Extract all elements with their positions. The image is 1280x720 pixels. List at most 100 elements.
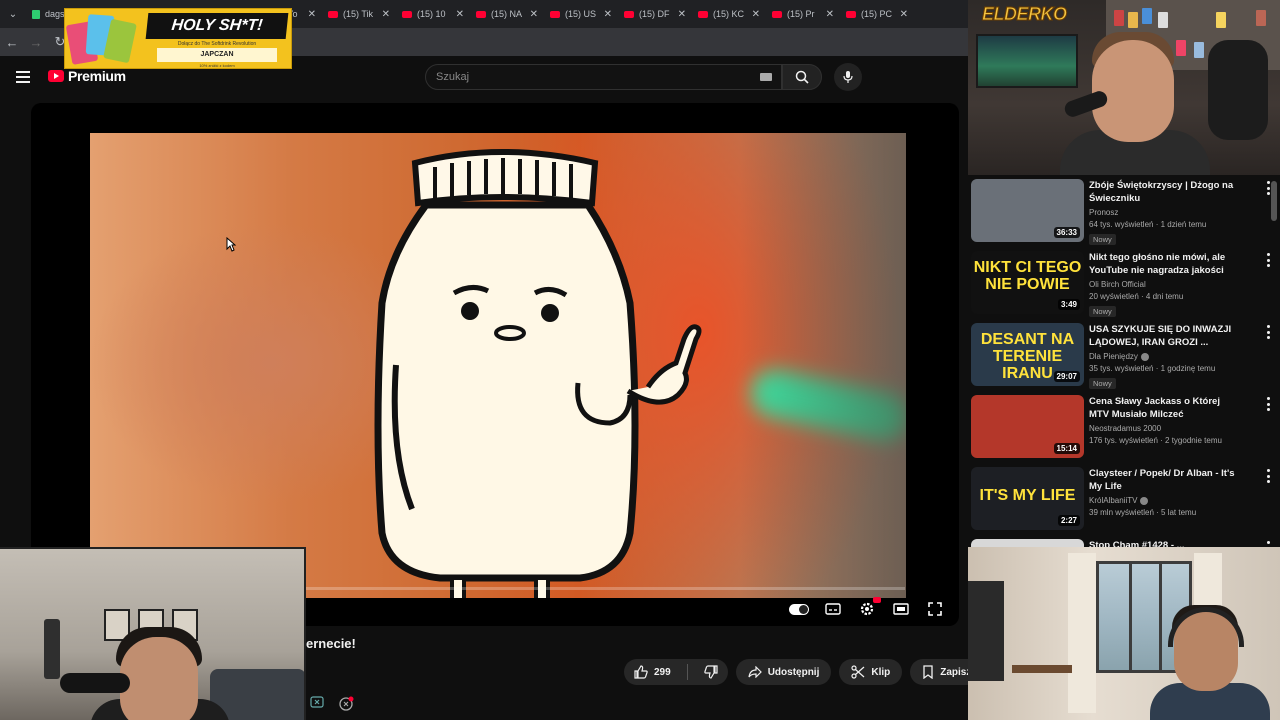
recommendation-item[interactable]: NIKT CI TEGO NIE POWIE 3:49 Nikt tego głoś… [971, 251, 1277, 317]
browser-tab[interactable]: (15) PC ✕ [840, 0, 914, 28]
guest-face-left [120, 637, 198, 720]
browser-tab[interactable]: (15) US ✕ [544, 0, 618, 28]
clip-button[interactable]: Klip [839, 659, 903, 685]
cartoon-jar-illustration [374, 149, 702, 598]
player-controls [789, 597, 945, 618]
tab-close-icon[interactable]: ✕ [604, 9, 612, 20]
youtube-favicon-icon [402, 10, 412, 18]
like-button[interactable]: 299 [624, 659, 681, 685]
ad-note: 10% zniżki z kodem [199, 63, 235, 68]
new-badge: Nowy [1089, 234, 1116, 245]
youtube-favicon-icon [772, 10, 782, 18]
tab-close-icon[interactable]: ✕ [530, 9, 538, 20]
dislike-button[interactable] [694, 659, 728, 685]
extension-icons [310, 696, 354, 712]
tab-title: (15) DF [639, 9, 670, 19]
mouse-cursor-icon [226, 237, 236, 252]
recommendation-title[interactable]: Zbóje Świętokrzyscy | Dżogo na Świecznik… [1089, 179, 1239, 205]
recommendation-thumbnail[interactable]: 15:14 [971, 395, 1084, 458]
browser-tab[interactable]: (15) DF ✕ [618, 0, 692, 28]
menu-hamburger-icon[interactable] [16, 71, 30, 83]
subtitles-icon[interactable] [823, 600, 843, 618]
verified-check-icon [1140, 352, 1149, 361]
browser-tab[interactable]: (15) NA ✕ [470, 0, 544, 28]
recommendation-meta: USA SZYKUJE SIĘ DO INWAZJI LĄDOWEJ, IRAN… [1089, 323, 1239, 391]
recommendation-item[interactable]: 15:14 Cena Sławy Jackass o Której MTV Mus… [971, 395, 1277, 461]
channel-name[interactable]: Neostradamus 2000 [1089, 424, 1161, 433]
forward-arrow-icon[interactable]: → [24, 28, 48, 56]
keyboard-icon[interactable] [760, 73, 772, 81]
youtube-favicon-icon [328, 10, 338, 18]
clip-label: Klip [871, 666, 891, 678]
recommendation-item[interactable]: DESANT NA TERENIE IRANU 29:07 USA SZYKUJE … [971, 323, 1277, 389]
tab-close-icon[interactable]: ✕ [826, 9, 834, 20]
search-button[interactable] [782, 64, 822, 90]
recommendation-title[interactable]: USA SZYKUJE SIĘ DO INWAZJI LĄDOWEJ, IRAN… [1089, 323, 1239, 349]
recommendation-thumbnail[interactable]: NIKT CI TEGO NIE POWIE 3:49 [971, 251, 1084, 314]
recommendation-title[interactable]: Stop Cham #1428 - ... [1089, 539, 1239, 547]
recommendation-title[interactable]: Nikt tego głośno nie mówi, ale YouTube n… [1089, 251, 1239, 277]
recommendation-meta: Zbóje Świętokrzyscy | Dżogo na Świecznik… [1089, 179, 1239, 247]
more-vertical-icon[interactable] [1263, 397, 1273, 411]
view-count-and-date: 20 wyświetleń · 4 dni temu [1089, 292, 1184, 301]
tab-close-icon[interactable]: ✕ [900, 9, 908, 20]
recommendation-title[interactable]: Claysteer / Popek/ Dr Alban - It's My Li… [1089, 467, 1239, 493]
sidebar-scrollbar[interactable] [1271, 181, 1277, 221]
search-box [425, 64, 782, 90]
more-vertical-icon[interactable] [1263, 325, 1273, 339]
channel-name[interactable]: KrólAlbaniiTV [1089, 496, 1137, 505]
channel-name[interactable]: Oli Birch Official [1089, 280, 1146, 289]
tab-close-icon[interactable]: ✕ [308, 9, 316, 20]
recommendation-meta: Cena Sławy Jackass o Której MTV Musiało … [1089, 395, 1239, 445]
tab-close-icon[interactable]: ✕ [456, 9, 464, 20]
recommendation-item[interactable]: STOP CHAM Stop Cham #1428 - ... [971, 539, 1277, 547]
ad-subtitle: Dołącz do The Softdrink Revolution [177, 41, 257, 47]
miniplayer-icon[interactable] [891, 600, 911, 618]
channel-row: Pronosz [1089, 208, 1239, 217]
more-vertical-icon[interactable] [1263, 469, 1273, 483]
notification-badge-icon[interactable] [338, 696, 354, 712]
video-progress-bar[interactable] [299, 587, 905, 590]
recommendation-thumbnail[interactable]: DESANT NA TERENIE IRANU 29:07 [971, 323, 1084, 386]
browser-tab[interactable]: (15) Pr ✕ [766, 0, 840, 28]
tab-title: (15) US [565, 9, 597, 19]
tab-close-icon[interactable]: ✕ [382, 9, 390, 20]
more-vertical-icon[interactable] [1263, 253, 1273, 267]
recommendation-thumbnail[interactable]: STOP CHAM [971, 539, 1084, 547]
tab-search-chevron-icon[interactable]: ⌄ [0, 0, 26, 28]
youtube-favicon-icon [846, 10, 856, 18]
recommendation-thumbnail[interactable]: 36:33 [971, 179, 1084, 242]
view-count-and-date: 64 tys. wyświetleń · 1 dzień temu [1089, 220, 1207, 229]
tab-close-icon[interactable]: ✕ [752, 9, 760, 20]
share-button[interactable]: Udostępnij [735, 659, 832, 685]
voice-search-button[interactable] [834, 63, 862, 91]
channel-row: Oli Birch Official [1089, 280, 1239, 289]
recommendation-title[interactable]: Cena Sławy Jackass o Której MTV Musiało … [1089, 395, 1239, 421]
recommendation-item[interactable]: 36:33 Zbóje Świętokrzyscy | Dżogo na Świe… [971, 179, 1277, 245]
browser-tab[interactable]: (15) 10 ✕ [396, 0, 470, 28]
fullscreen-icon[interactable] [925, 600, 945, 618]
close-box-icon[interactable] [310, 696, 324, 708]
video-duration: 15:14 [1053, 443, 1080, 454]
autoplay-toggle[interactable] [789, 600, 809, 618]
youtube-favicon-icon [476, 10, 486, 18]
settings-gear-icon[interactable] [857, 597, 881, 618]
kick-favicon-icon [32, 9, 40, 19]
tab-title: (15) 10 [417, 9, 446, 19]
tab-close-icon[interactable]: ✕ [678, 9, 686, 20]
youtube-premium-logo[interactable]: Premium [48, 68, 126, 84]
recommendation-item[interactable]: IT'S MY LIFE 2:27 Claysteer / Popek/ Dr Al… [971, 467, 1277, 533]
streamer-webcam-top: ELDERKO [968, 0, 1280, 175]
browser-tab[interactable]: (15) KC ✕ [692, 0, 766, 28]
microphone-left [60, 673, 130, 693]
search-input[interactable] [436, 65, 736, 89]
channel-row: Neostradamus 2000 [1089, 424, 1239, 433]
back-arrow-icon[interactable]: ← [0, 28, 24, 56]
channel-name[interactable]: Pronosz [1089, 208, 1118, 217]
tab-title: (15) KC [713, 9, 745, 19]
video-title: ernecie! [306, 636, 356, 651]
youtube-play-logo-icon [48, 70, 64, 82]
browser-tab[interactable]: (15) Tik ✕ [322, 0, 396, 28]
channel-name[interactable]: Dla Pieniędzy [1089, 352, 1138, 361]
recommendation-thumbnail[interactable]: IT'S MY LIFE 2:27 [971, 467, 1084, 530]
